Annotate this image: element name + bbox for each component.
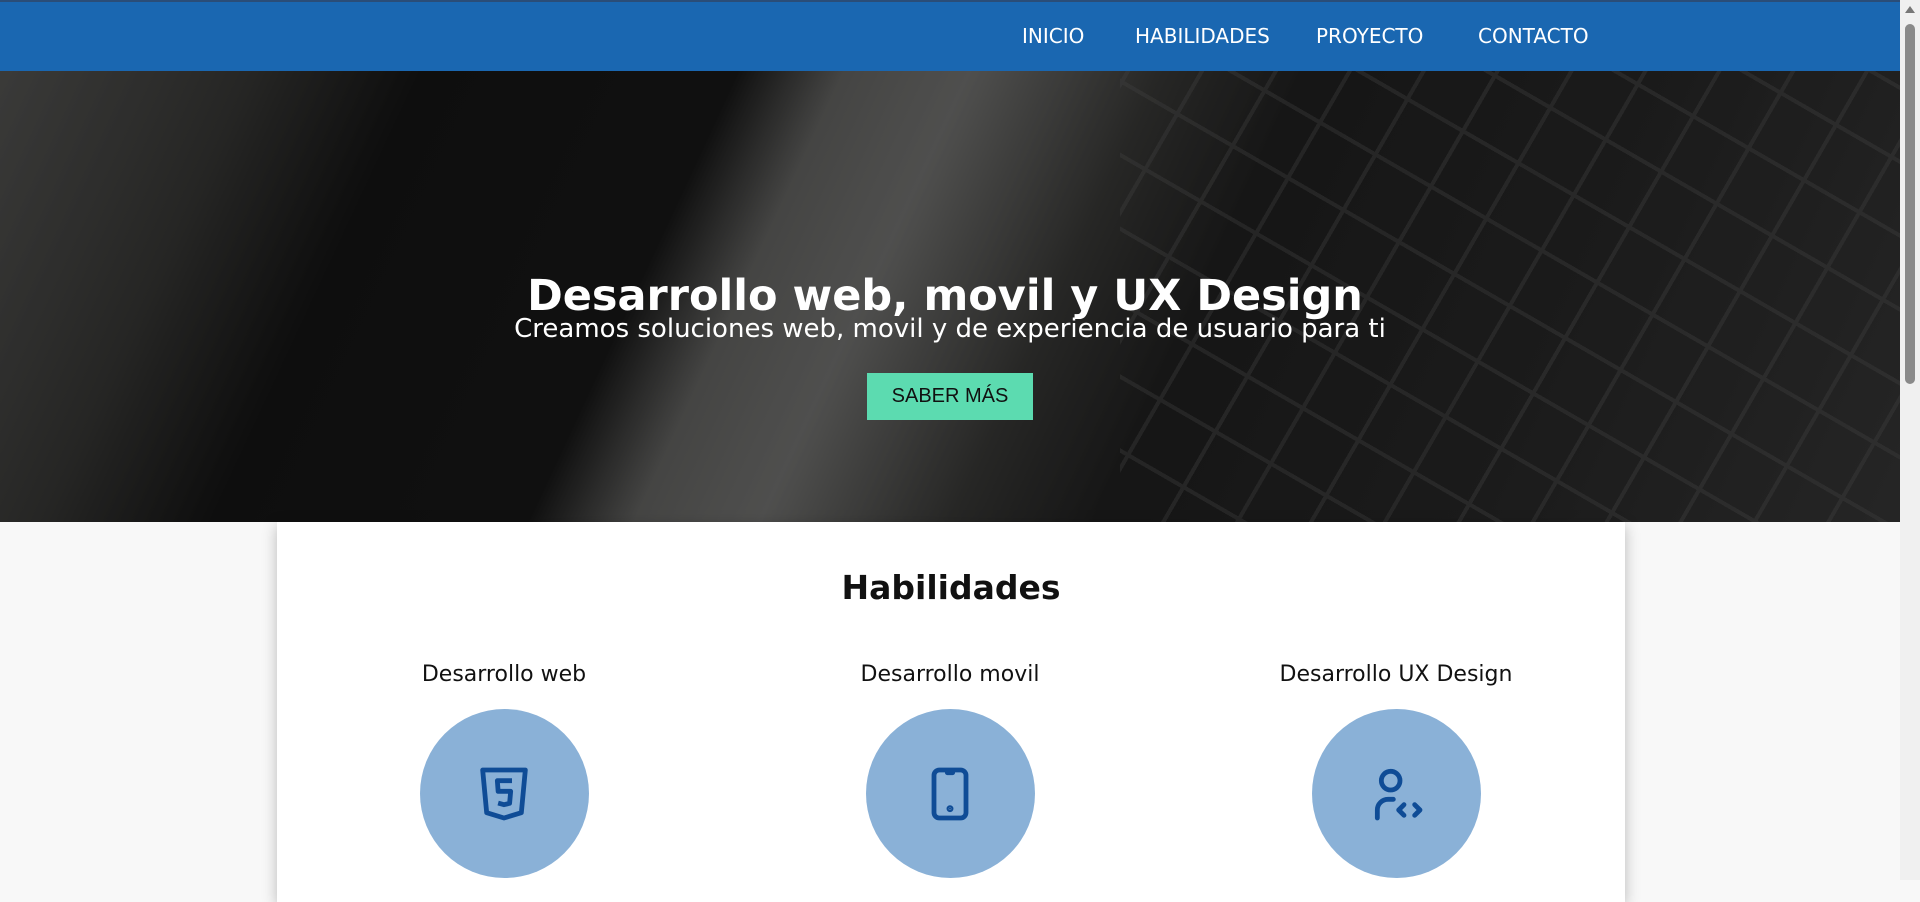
skills-section: Habilidades Desarrollo web Desarrollo mo… (277, 522, 1625, 902)
skill-label: Desarrollo movil (860, 662, 1040, 687)
skill-movil: Desarrollo movil (750, 662, 1150, 878)
skill-ux: Desarrollo UX Design (1196, 662, 1596, 878)
hero-banner: Desarrollo web, movil y UX Design Creamo… (0, 71, 1900, 522)
html5-icon (480, 767, 528, 820)
skill-icon-circle (1311, 709, 1481, 878)
saber-mas-button[interactable]: SABER MÁS (867, 373, 1033, 420)
skill-icon-circle (865, 709, 1035, 878)
nav-inicio[interactable]: INICIO (1022, 24, 1084, 48)
skills-title: Habilidades (841, 568, 1061, 607)
top-nav: INICIO HABILIDADES PROYECTO CONTACTO (0, 0, 1900, 71)
skill-label: Desarrollo UX Design (1279, 662, 1513, 687)
skill-icon-circle (419, 709, 589, 878)
scrollbar-thumb[interactable] (1905, 24, 1915, 384)
user-code-icon (1374, 768, 1423, 820)
page-scrollbar[interactable] (1900, 0, 1920, 880)
nav-habilidades[interactable]: HABILIDADES (1135, 24, 1270, 48)
nav-proyecto[interactable]: PROYECTO (1316, 24, 1423, 48)
scroll-up-icon[interactable] (1905, 6, 1915, 13)
smartphone-icon (931, 767, 969, 820)
nav-contacto[interactable]: CONTACTO (1478, 24, 1589, 48)
skill-label: Desarrollo web (421, 662, 587, 687)
skill-web: Desarrollo web (304, 662, 704, 878)
hero-subtitle: Creamos soluciones web, movil y de exper… (514, 314, 1386, 344)
